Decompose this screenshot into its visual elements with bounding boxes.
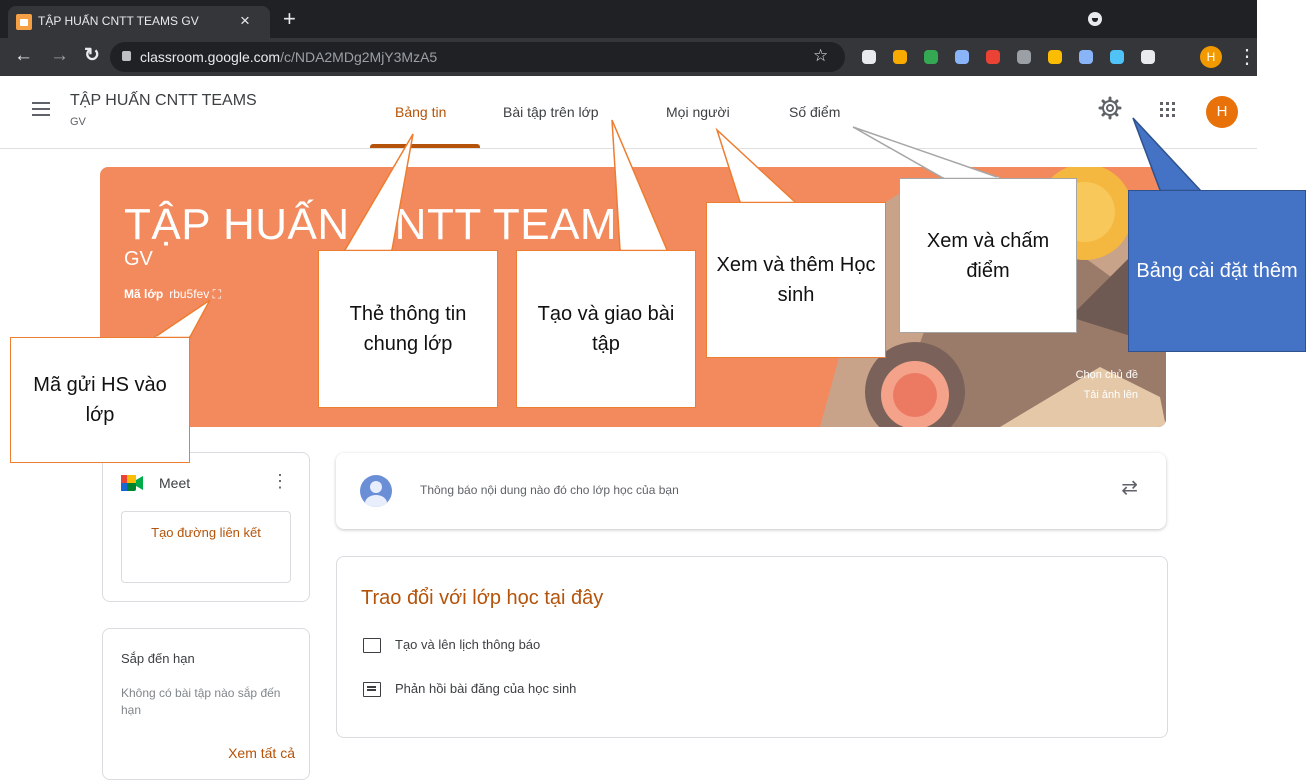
callout-settings: Bảng cài đặt thêm: [1128, 190, 1306, 352]
callout-people: Xem và thêm Học sinh: [706, 202, 886, 358]
callout-assign: Tạo và giao bài tập: [516, 250, 696, 408]
callout-grades: Xem và chấm điểm: [899, 178, 1077, 333]
callout-class-info: Thẻ thông tin chung lớp: [318, 250, 498, 408]
callout-class-code: Mã gửi HS vào lớp: [10, 337, 190, 463]
